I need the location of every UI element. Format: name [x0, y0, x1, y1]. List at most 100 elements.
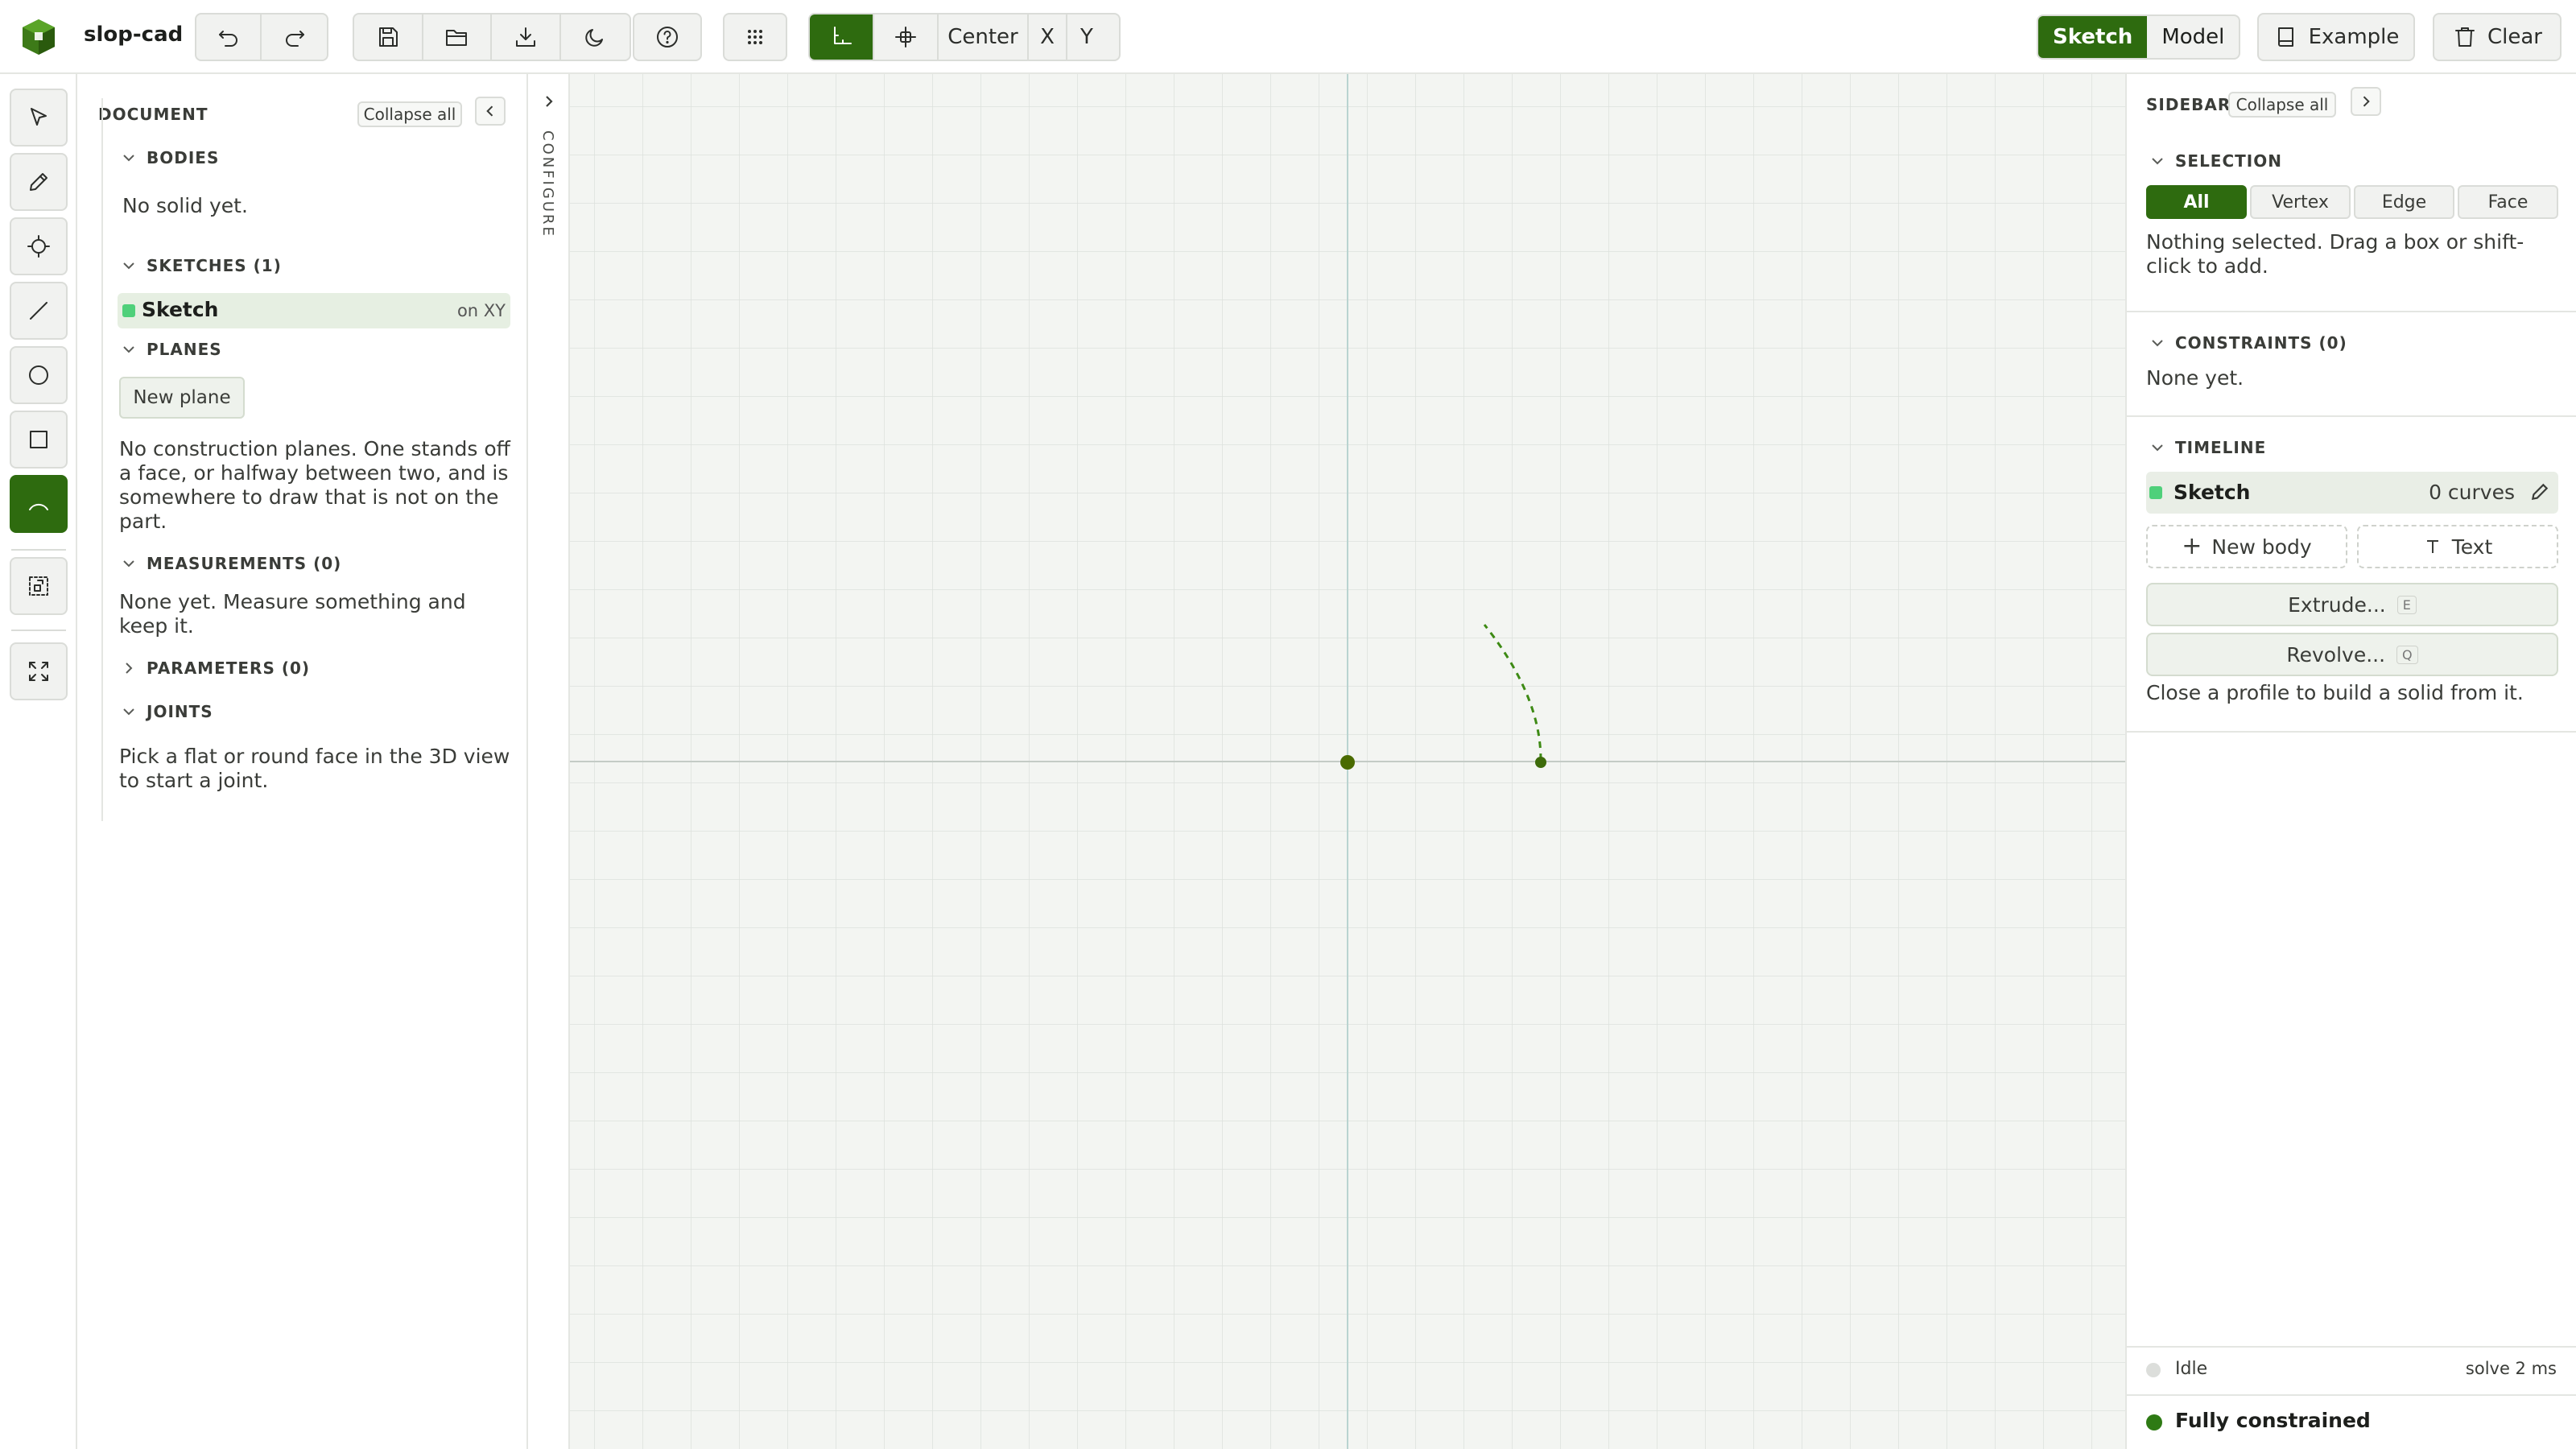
revolve-button[interactable]: Revolve... Q: [2146, 633, 2558, 676]
configure-strip[interactable]: CONFIGURE: [528, 74, 570, 1449]
arc-tool-button[interactable]: [10, 475, 68, 533]
download-icon: [515, 27, 535, 47]
collapse-all-button[interactable]: Collapse all: [357, 101, 462, 127]
constraint-status-text: Fully constrained: [2175, 1409, 2371, 1432]
sketch-viewport[interactable]: [570, 74, 2125, 1449]
clear-label: Clear: [2487, 25, 2542, 49]
timeline-header[interactable]: TIMELINE: [2148, 438, 2266, 457]
rectangle-tool-button[interactable]: [10, 411, 68, 469]
new-plane-button[interactable]: New plane: [119, 377, 245, 419]
sketch-plane: on XY: [456, 301, 506, 320]
undo-button[interactable]: [196, 14, 262, 60]
filter-face-button[interactable]: Face: [2458, 185, 2558, 219]
rail-divider: [11, 549, 66, 551]
sketch-name: Sketch: [142, 298, 219, 321]
section-divider: [2127, 731, 2576, 733]
selection-header[interactable]: SELECTION: [2148, 151, 2282, 171]
filter-all-button[interactable]: All: [2146, 185, 2247, 219]
extrude-button[interactable]: Extrude... E: [2146, 583, 2558, 626]
text-label: Text: [2451, 535, 2493, 559]
mode-switch: Sketch Model: [2037, 14, 2241, 60]
y-axis-button[interactable]: Y: [1067, 14, 1106, 60]
joints-header[interactable]: JOINTS: [119, 702, 213, 721]
solve-time: solve 2 ms: [2465, 1359, 2557, 1378]
filter-edge-button[interactable]: Edge: [2354, 185, 2454, 219]
axes-button[interactable]: [810, 14, 874, 60]
center-button[interactable]: Center: [939, 14, 1029, 60]
text-icon: [2426, 540, 2438, 553]
arc-start-point[interactable]: [1535, 757, 1546, 768]
select-tool-button[interactable]: [10, 89, 68, 147]
collapse-panel-button[interactable]: [475, 97, 506, 126]
bodies-header[interactable]: BODIES: [119, 148, 219, 167]
sidebar-collapse-button[interactable]: [2351, 87, 2381, 116]
chevron-right-icon: [2363, 96, 2370, 107]
box-select-tool-button[interactable]: [10, 557, 68, 615]
planes-empty-text: No construction planes. One stands off a…: [119, 437, 510, 533]
sketches-title: SKETCHES (1): [147, 256, 282, 275]
mode-sketch-button[interactable]: Sketch: [2038, 16, 2148, 58]
fit-view-button[interactable]: [10, 642, 68, 700]
configure-label: CONFIGURE: [539, 130, 556, 238]
chevron-down-icon: [2152, 444, 2163, 452]
extrude-label: Extrude...: [2288, 592, 2386, 617]
app-window: slop-cad Center X Y Sketch Model Example…: [0, 0, 2576, 1449]
undo-icon: [218, 31, 237, 47]
sketch-list-item[interactable]: Sketch on XY: [118, 293, 510, 328]
x-axis-button[interactable]: X: [1029, 14, 1067, 60]
pencil-tool-button[interactable]: [10, 153, 68, 211]
clear-button[interactable]: Clear: [2433, 13, 2562, 61]
theme-toggle-button[interactable]: [561, 14, 630, 60]
save-button[interactable]: [354, 14, 423, 60]
arc-icon: [29, 504, 48, 510]
timeline-item[interactable]: Sketch 0 curves: [2146, 472, 2558, 514]
timeline-status-dot: [2149, 486, 2162, 499]
point-crosshair-icon: [27, 235, 50, 258]
expand-icon: [29, 662, 48, 681]
grid-snap-button[interactable]: [723, 13, 787, 61]
new-body-label: New body: [2211, 535, 2312, 559]
point-tool-button[interactable]: [10, 217, 68, 275]
chevron-down-icon: [123, 560, 134, 568]
line-tool-button[interactable]: [10, 282, 68, 340]
sidebar-collapse-all-button[interactable]: Collapse all: [2228, 92, 2336, 118]
constraints-header[interactable]: CONSTRAINTS (0): [2148, 333, 2347, 353]
origin-button[interactable]: [874, 14, 939, 60]
mode-model-button[interactable]: Model: [2147, 16, 2239, 58]
edit-pencil-icon[interactable]: [2529, 481, 2550, 502]
status-divider: [2127, 1394, 2576, 1396]
example-label: Example: [2308, 25, 2400, 49]
parameters-header[interactable]: PARAMETERS (0): [119, 658, 310, 678]
extrude-shortcut: E: [2396, 595, 2417, 614]
chevron-right-icon: [126, 663, 133, 674]
circle-tool-button[interactable]: [10, 346, 68, 404]
redo-icon: [285, 31, 304, 47]
measurements-header[interactable]: MEASUREMENTS (0): [119, 554, 341, 573]
pencil-icon: [30, 173, 47, 191]
idle-status-dot: [2146, 1363, 2161, 1377]
trash-icon: [2455, 27, 2475, 47]
section-divider: [2127, 311, 2576, 312]
sketch-canvas[interactable]: [570, 74, 2125, 1449]
tree-guide-line: [101, 98, 103, 821]
sketch-status-dot: [122, 304, 135, 317]
crosshair-origin-icon: [895, 27, 916, 47]
filter-vertex-button[interactable]: Vertex: [2250, 185, 2351, 219]
selection-title: SELECTION: [2175, 151, 2282, 171]
revolve-label: Revolve...: [2286, 642, 2386, 667]
new-body-button[interactable]: + New body: [2146, 525, 2347, 568]
origin-point[interactable]: [1340, 755, 1355, 770]
redo-button[interactable]: [262, 14, 327, 60]
text-button[interactable]: Text: [2357, 525, 2558, 568]
top-toolbar: slop-cad Center X Y Sketch Model Example…: [0, 0, 2576, 74]
measurements-title: MEASUREMENTS (0): [147, 554, 342, 573]
open-button[interactable]: [423, 14, 492, 60]
export-button[interactable]: [492, 14, 561, 60]
help-button[interactable]: [633, 13, 702, 61]
chevron-right-icon: [546, 96, 553, 107]
constraints-empty-text: None yet.: [2146, 366, 2244, 390]
sketches-header[interactable]: SKETCHES (1): [119, 256, 282, 275]
rail-divider: [11, 630, 66, 631]
planes-header[interactable]: PLANES: [119, 340, 222, 359]
example-button[interactable]: Example: [2257, 13, 2415, 61]
